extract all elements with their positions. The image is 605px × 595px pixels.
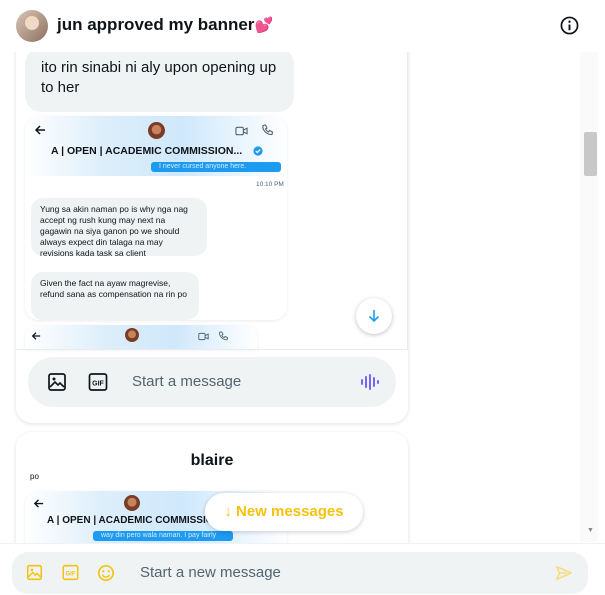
image-icon[interactable]	[47, 372, 67, 392]
contact-name: A | OPEN | ACADEMIC COMMISSION...	[47, 515, 230, 526]
contact-avatar	[125, 328, 139, 342]
video-icon	[198, 332, 209, 341]
contact-avatar	[124, 495, 140, 511]
scrollbar-track[interactable]	[580, 52, 598, 542]
image-icon[interactable]	[26, 564, 43, 581]
message-bubble: ito rin sinabi ni aly upon opening up to…	[25, 48, 294, 112]
scroll-to-bottom-button[interactable]	[356, 298, 392, 334]
video-icon	[235, 126, 248, 136]
conversation-title: jun approved my banner💕	[57, 15, 274, 34]
phone-icon	[219, 331, 228, 341]
phone-icon	[262, 124, 273, 136]
embedded-message-composer[interactable]: GIF Start a message	[28, 357, 396, 407]
message-time: 10:10 PM	[256, 181, 284, 188]
received-message: Yung sa akin naman po is why nga nag acc…	[31, 198, 207, 258]
attached-screenshot[interactable]: A | OPEN | ACADEMIC COMMISSION... I neve…	[25, 116, 287, 320]
received-message: Given the fact na ayaw magrevise, refund…	[31, 272, 199, 320]
conversation-header: jun approved my banner💕	[0, 0, 605, 52]
info-icon[interactable]	[560, 16, 579, 35]
verified-icon	[253, 146, 263, 156]
scroll-down-arrow[interactable]: ▼	[587, 527, 594, 534]
back-arrow-icon	[34, 125, 45, 135]
new-message-composer[interactable]: GIF Start a new message	[12, 552, 588, 594]
attached-screenshot-peek[interactable]	[25, 325, 257, 349]
sent-message: way din pero wala naman. I pay fairly	[93, 531, 233, 541]
emoji-icon[interactable]	[97, 564, 115, 582]
back-arrow-icon	[33, 499, 44, 508]
conversation-name: blaire	[190, 452, 234, 469]
scrollbar-thumb[interactable]	[584, 132, 597, 176]
sent-message: I never cursed anyone here.	[151, 162, 281, 172]
new-messages-button[interactable]: ↓ New messages	[205, 493, 363, 531]
contact-avatar	[148, 122, 165, 139]
arrow-down-icon	[368, 310, 380, 323]
back-arrow-icon	[31, 332, 41, 340]
gif-icon[interactable]: GIF	[88, 372, 108, 392]
bottom-composer-bar: GIF Start a new message	[0, 543, 605, 595]
svg-text:GIF: GIF	[66, 571, 76, 577]
mic-waveform-icon[interactable]	[359, 372, 379, 392]
gif-icon[interactable]: GIF	[62, 564, 79, 581]
send-icon[interactable]	[555, 564, 573, 582]
new-message-input[interactable]: Start a new message	[140, 564, 281, 581]
avatar[interactable]	[16, 10, 48, 42]
hearts-emoji: 💕	[254, 17, 274, 34]
message-input[interactable]: Start a message	[132, 373, 241, 390]
contact-name: A | OPEN | ACADEMIC COMMISSION...	[51, 145, 243, 157]
svg-text:GIF: GIF	[92, 381, 104, 388]
